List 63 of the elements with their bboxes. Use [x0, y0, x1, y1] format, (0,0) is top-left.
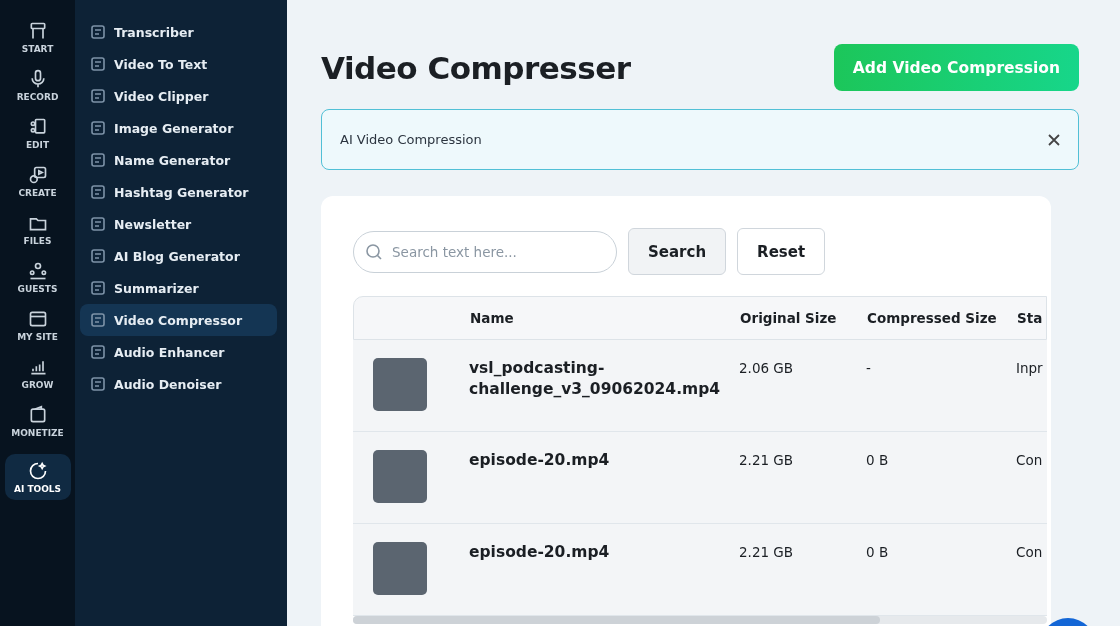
tool-icon — [90, 216, 106, 232]
original-size: 2.21 GB — [739, 543, 795, 560]
rail-item[interactable]: GROW — [4, 350, 71, 396]
compressed-size: 0 B — [866, 543, 890, 560]
close-icon[interactable] — [1048, 133, 1060, 146]
page-title: Video Compresser — [321, 50, 631, 86]
table-cell-text: Con — [1016, 451, 1044, 468]
video-thumbnail-placeholder — [373, 542, 427, 595]
rail-item[interactable]: START — [4, 14, 71, 60]
tool-menu-item[interactable]: Newsletter — [80, 208, 277, 240]
tool-icon — [90, 376, 106, 392]
file-name: vsl_podcasting-challenge_v3_09062024.mp4 — [469, 358, 722, 400]
rail-item[interactable]: AI TOOLS — [4, 454, 71, 500]
nav-icon — [27, 164, 48, 185]
tool-menu-item[interactable]: Image Generator — [80, 112, 277, 144]
rail-item[interactable]: GUESTS — [4, 254, 71, 300]
tool-icon — [90, 24, 106, 40]
tool-menu-item[interactable]: AI Blog Generator — [80, 240, 277, 272]
tool-icon — [90, 184, 106, 200]
tool-menu-item[interactable]: Transcriber — [80, 16, 277, 48]
compressed-size: 0 B — [866, 451, 890, 468]
reset-button[interactable]: Reset — [737, 228, 826, 275]
tool-menu-item[interactable]: Video Compressor — [80, 304, 277, 336]
table-cell-text: Con — [1016, 543, 1044, 560]
rail-item[interactable]: CREATE — [4, 158, 71, 204]
column-header: Sta — [1017, 310, 1044, 326]
column-header: Compressed Size — [867, 310, 998, 326]
tool-icon — [90, 344, 106, 360]
tool-icon — [90, 152, 106, 168]
column-header: Name — [470, 310, 515, 326]
file-name: episode-20.mp4 — [469, 542, 611, 563]
table-cell-text: Inpr — [1016, 359, 1044, 376]
tool-menu-item[interactable]: Audio Denoiser — [80, 368, 277, 400]
tool-menu-item[interactable]: Video To Text — [80, 48, 277, 80]
horizontal-scrollbar[interactable] — [353, 616, 1047, 624]
file-name: episode-20.mp4 — [469, 450, 611, 471]
rail-item[interactable]: MY SITE — [4, 302, 71, 348]
tool-menu-item[interactable]: Audio Enhancer — [80, 336, 277, 368]
video-thumbnail-placeholder — [373, 450, 427, 503]
tool-icon — [90, 120, 106, 136]
tool-icon — [90, 280, 106, 296]
banner-text: AI Video Compression — [340, 132, 482, 147]
tool-menu-item[interactable]: Hashtag Generator — [80, 176, 277, 208]
original-size: 2.06 GB — [739, 359, 795, 376]
tool-icon — [90, 88, 106, 104]
tool-icon — [90, 56, 106, 72]
nav-icon — [27, 260, 48, 281]
rail-item[interactable]: EDIT — [4, 110, 71, 156]
rail-item[interactable]: RECORD — [4, 62, 71, 108]
tool-menu-item[interactable]: Name Generator — [80, 144, 277, 176]
tool-icon — [90, 248, 106, 264]
search-field[interactable]: Search text here... — [353, 230, 617, 273]
original-size: 2.21 GB — [739, 451, 795, 468]
rail-item[interactable]: MONETIZE — [4, 398, 71, 444]
rail-item[interactable]: FILES — [4, 206, 71, 252]
tool-icon — [90, 312, 106, 328]
tool-menu-item[interactable]: Summarizer — [80, 272, 277, 304]
column-header: Original Size — [740, 310, 838, 326]
video-thumbnail-placeholder — [373, 358, 427, 411]
compressed-size: - — [866, 359, 872, 376]
search-button[interactable]: Search — [628, 228, 727, 275]
tool-menu-item[interactable]: Video Clipper — [80, 80, 277, 112]
nav-icon — [27, 460, 48, 481]
